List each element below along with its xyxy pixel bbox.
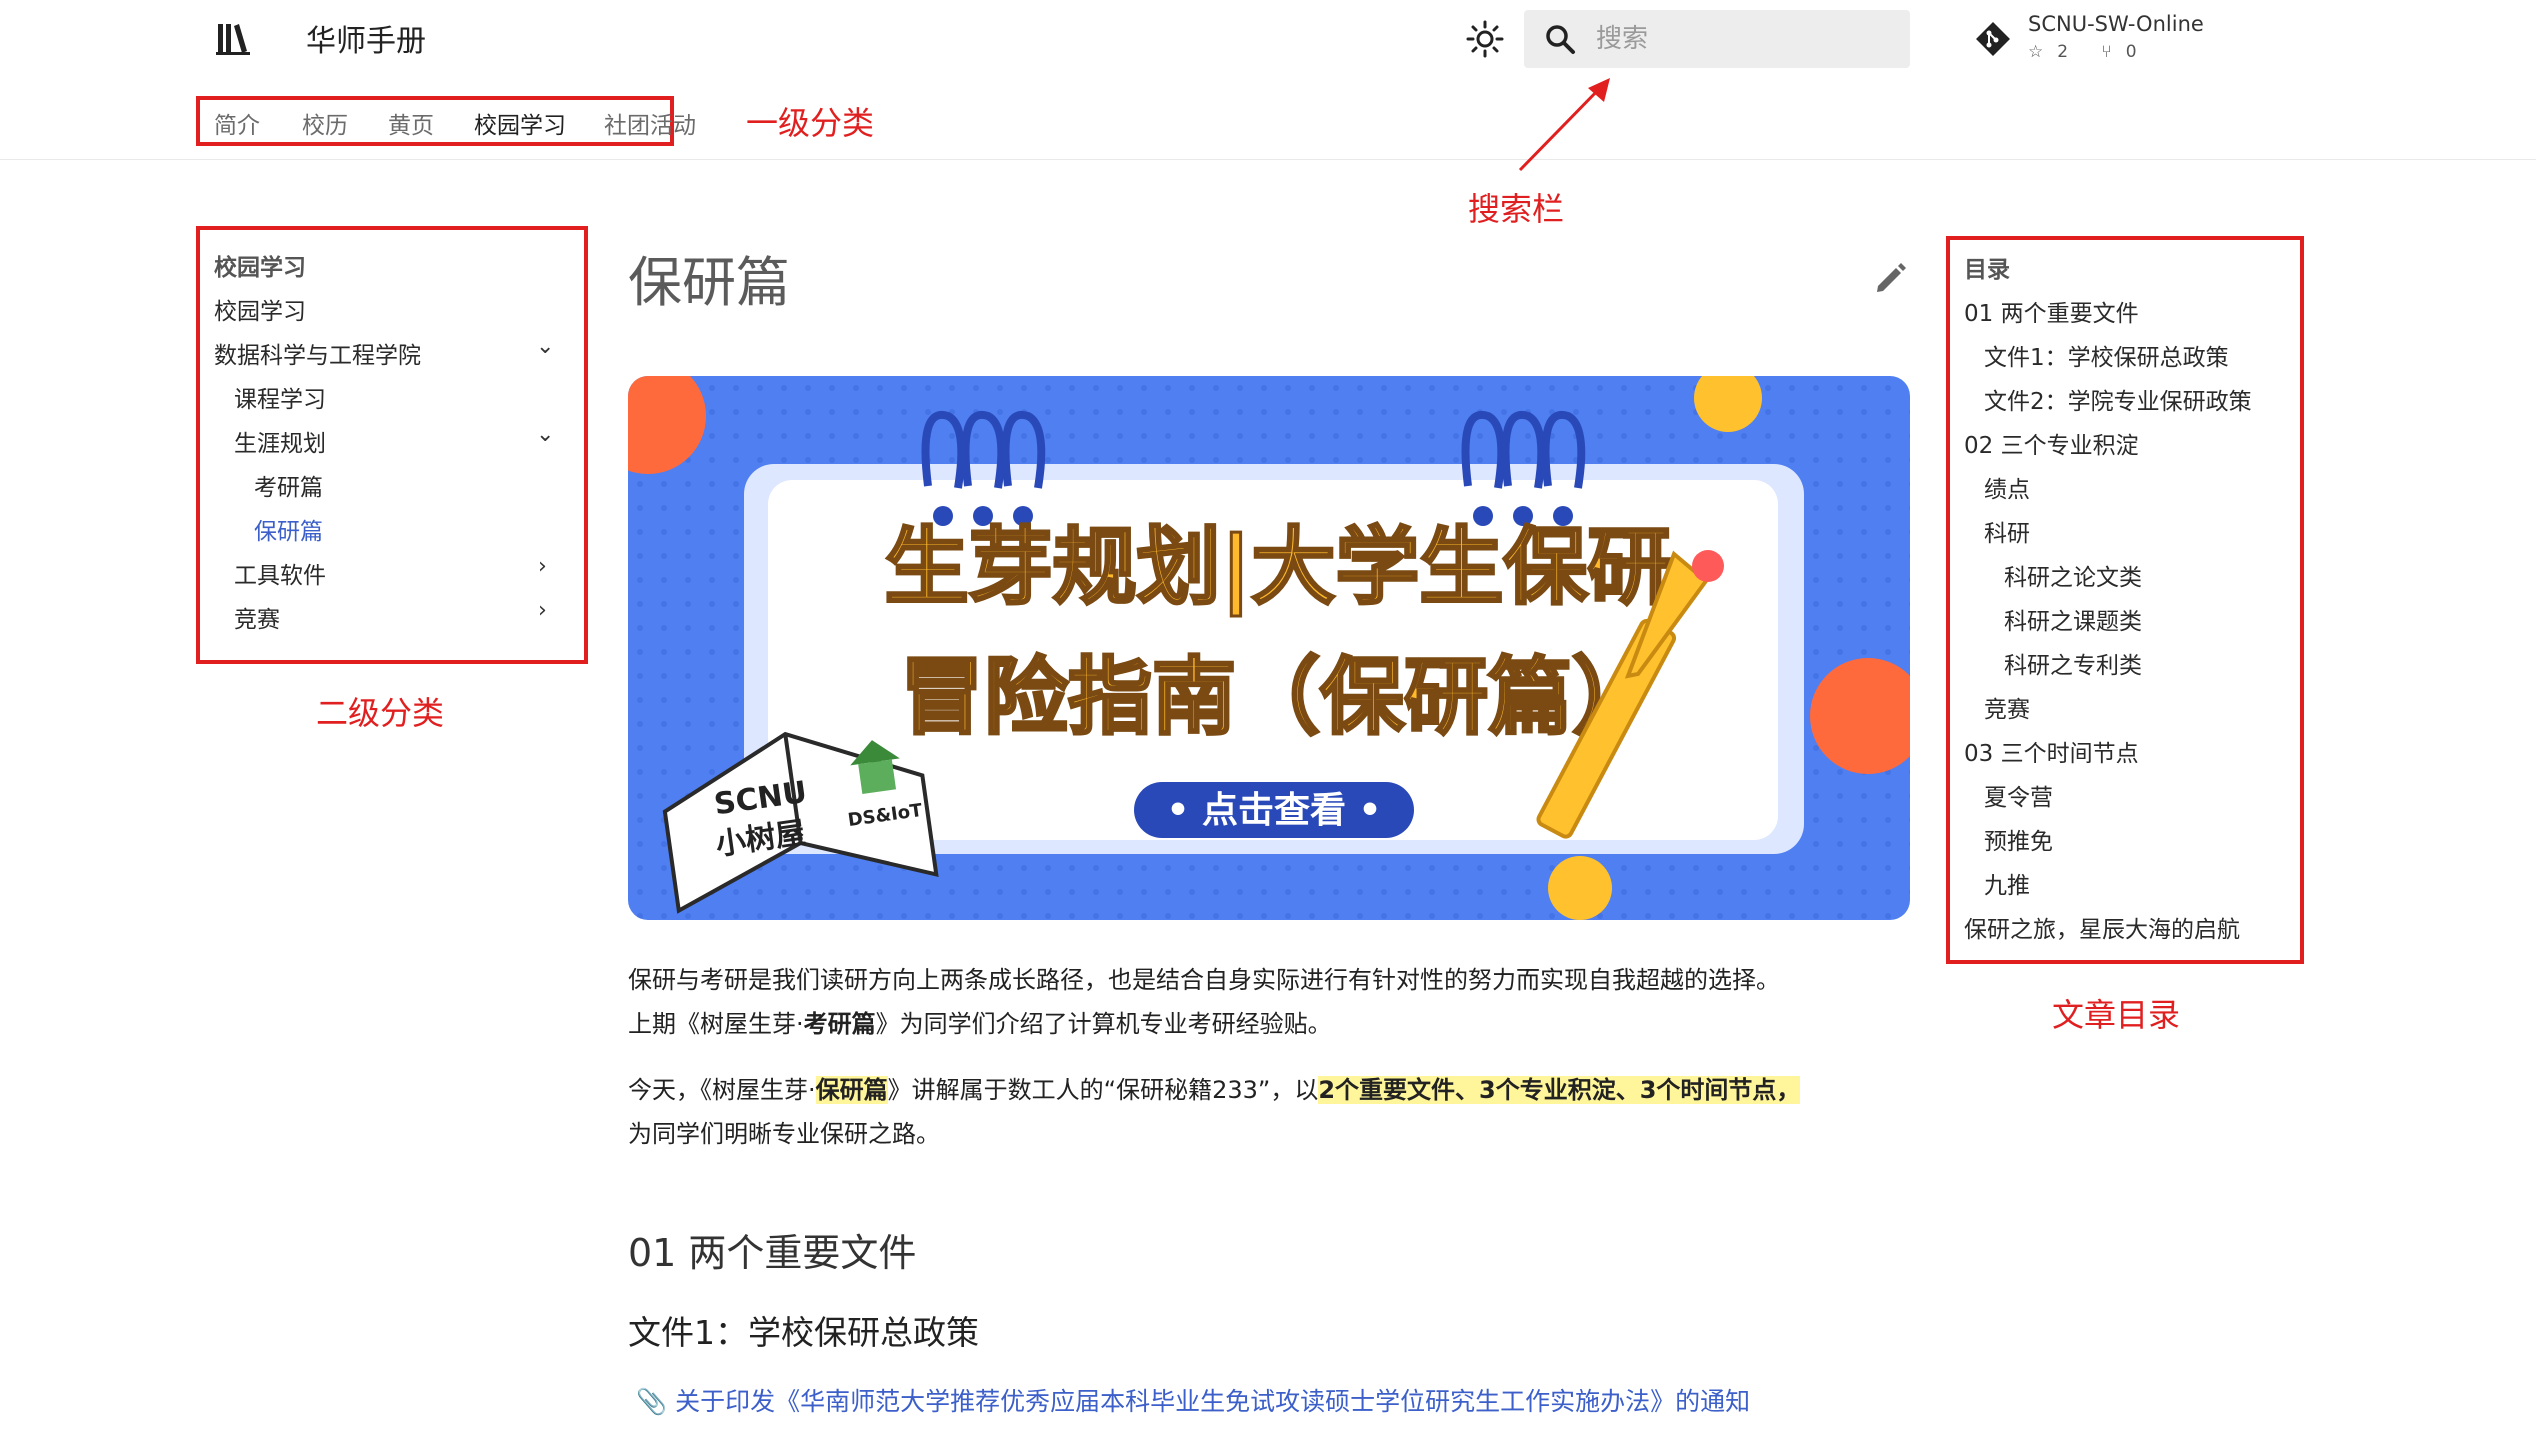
banner-illustration: 生芽规划|大学生保研 冒险指南（保研篇） • 点击查看 • SCNU 小树屋 D… (628, 376, 1910, 920)
toc-item[interactable]: 01 两个重要文件 (1964, 294, 2139, 328)
paragraph-2-line-1: 今天，《树屋生芽·保研篇》讲解属于数工人的“保研秘籍233”，以2个重要文件、3… (628, 1068, 1801, 1112)
toc-item[interactable]: 绩点 (1984, 470, 2030, 504)
sidebar-item-tools[interactable]: 工具软件 (234, 556, 326, 590)
text-span: 》为同学们介绍了计算机专业考研经验贴。 (875, 1010, 1332, 1038)
chevron-right-icon[interactable]: › (538, 598, 547, 623)
repo-stats: ☆ 2 ⑂ 0 (2028, 42, 2165, 62)
paragraph-1: 保研与考研是我们读研方向上两条成长路径，也是结合自身实际进行有针对性的努力而实现… (628, 958, 1780, 1046)
chevron-down-icon[interactable]: ⌄ (536, 334, 554, 359)
star-count: 2 (2057, 42, 2069, 62)
tab-clubs[interactable]: 社团活动 (604, 106, 696, 140)
sidebar-item-baoyan[interactable]: 保研篇 (254, 512, 323, 546)
fork-count: 0 (2125, 42, 2137, 62)
toc-item[interactable]: 九推 (1984, 866, 2030, 900)
tab-intro[interactable]: 简介 (214, 106, 260, 140)
paragraph-1-line-2: 上期《树屋生芽·考研篇》为同学们介绍了计算机专业考研经验贴。 (628, 1002, 1780, 1046)
sidebar-section-title: 校园学习 (214, 255, 306, 281)
star-stat: ☆ 2 (2028, 42, 2082, 62)
page-title: 保研篇 (628, 251, 790, 314)
tab-calendar[interactable]: 校历 (302, 106, 348, 140)
highlighted-text: 2个重要文件、3个专业积淀、3个时间节点， (1318, 1076, 1801, 1104)
text-span: 上期《树屋生芽· (628, 1010, 804, 1038)
paperclip-icon: 📎 (636, 1387, 668, 1416)
git-icon (1976, 22, 2010, 56)
star-icon: ☆ (2028, 42, 2044, 62)
theme-toggle-sun-icon[interactable] (1466, 20, 1504, 58)
annotation-toc: 文章目录 (2052, 996, 2181, 1034)
fork-icon: ⑂ (2101, 42, 2112, 62)
table-of-contents: 目录 01 两个重要文件 文件1：学校保研总政策 文件2：学院专业保研政策 02… (1946, 236, 2304, 964)
toc-item[interactable]: 02 三个专业积淀 (1964, 426, 2139, 460)
banner-button: • 点击查看 • (1166, 790, 1381, 831)
bold-text: 考研篇 (803, 1010, 876, 1038)
toc-item[interactable]: 保研之旅，星辰大海的启航 (1964, 910, 2240, 944)
banner-line1: 生芽规划|大学生保研 (885, 518, 1672, 616)
toc-item[interactable]: 科研之课题类 (2004, 602, 2142, 636)
toc-item[interactable]: 预推免 (1984, 822, 2053, 856)
annotation-tabs: 一级分类 (746, 104, 875, 142)
policy-link-text[interactable]: 关于印发《华南师范大学推荐优秀应届本科毕业生免试攻读硕士学位研究生工作实施办法》… (675, 1387, 1750, 1416)
subsection-heading-file1: 文件1：学校保研总政策 (628, 1313, 979, 1352)
search-bar[interactable] (1524, 10, 1910, 68)
chevron-down-icon[interactable]: ⌄ (536, 422, 554, 447)
policy-notice-link[interactable]: 📎 关于印发《华南师范大学推荐优秀应届本科毕业生免试攻读硕士学位研究生工作实施办… (636, 1382, 1750, 1418)
paragraph-2-line-2: 为同学们明晰专业保研之路。 (628, 1120, 940, 1148)
article-banner-image: 生芽规划|大学生保研 冒险指南（保研篇） • 点击查看 • SCNU 小树屋 D… (628, 376, 1910, 920)
toc-item[interactable]: 文件1：学校保研总政策 (1984, 338, 2229, 372)
section-heading-01: 01 两个重要文件 (628, 1231, 917, 1275)
sidebar-item-dse-college[interactable]: 数据科学与工程学院 (214, 336, 421, 370)
text-span: 》讲解属于数工人的“保研秘籍233”，以 (887, 1076, 1319, 1104)
toc-item[interactable]: 科研之论文类 (2004, 558, 2142, 592)
toc-item[interactable]: 科研之专利类 (2004, 646, 2142, 680)
sidebar-item-kaoyan[interactable]: 考研篇 (254, 468, 323, 502)
annotation-search: 搜索栏 (1468, 190, 1565, 228)
annotation-arrow (1518, 78, 1610, 172)
toc-item[interactable]: 科研 (1984, 514, 2030, 548)
highlighted-text: 保研篇 (815, 1076, 888, 1104)
tab-campus-study[interactable]: 校园学习 (474, 106, 566, 140)
toc-item[interactable]: 03 三个时间节点 (1964, 734, 2139, 768)
top-header: 华师手册 SCNU-SW-Online (0, 0, 2536, 160)
search-input[interactable] (1596, 18, 1896, 60)
edit-pencil-icon[interactable] (1870, 258, 1910, 298)
sidebar-item-campus-study[interactable]: 校园学习 (214, 292, 306, 326)
repo-name: SCNU-SW-Online (2028, 12, 2204, 36)
toc-item[interactable]: 文件2：学院专业保研政策 (1984, 382, 2252, 416)
search-icon (1546, 25, 1575, 54)
sidebar-item-competition[interactable]: 竞赛 (234, 600, 280, 634)
repo-link[interactable]: SCNU-SW-Online ☆ 2 ⑂ 0 (1974, 12, 2234, 68)
sidebar-item-courses[interactable]: 课程学习 (234, 380, 326, 414)
paragraph-2: 今天，《树屋生芽·保研篇》讲解属于数工人的“保研秘籍233”，以2个重要文件、3… (628, 1068, 1801, 1156)
chevron-right-icon[interactable]: › (538, 554, 547, 579)
annotation-sidebar: 二级分类 (316, 694, 445, 732)
text-span: 今天，《树屋生芽· (628, 1076, 816, 1104)
paragraph-1-line-1: 保研与考研是我们读研方向上两条成长路径，也是结合自身实际进行有针对性的努力而实现… (628, 966, 1780, 994)
banner-line2: 冒险指南（保研篇） (900, 648, 1656, 746)
fork-stat: ⑂ 0 (2101, 42, 2150, 62)
tab-yellow-pages[interactable]: 黄页 (388, 106, 434, 140)
library-logo-icon[interactable] (214, 18, 254, 58)
sidebar-item-career-planning[interactable]: 生涯规划 (234, 424, 326, 458)
toc-title: 目录 (1964, 257, 2010, 283)
primary-tabs: 简介 校历 黄页 校园学习 社团活动 (196, 96, 696, 146)
toc-item[interactable]: 竞赛 (1984, 690, 2030, 724)
left-sidebar: 校园学习 校园学习 数据科学与工程学院 ⌄ 课程学习 生涯规划 ⌄ 考研篇 保研… (196, 226, 588, 664)
site-title[interactable]: 华师手册 (306, 16, 426, 60)
toc-item[interactable]: 夏令营 (1984, 778, 2053, 812)
